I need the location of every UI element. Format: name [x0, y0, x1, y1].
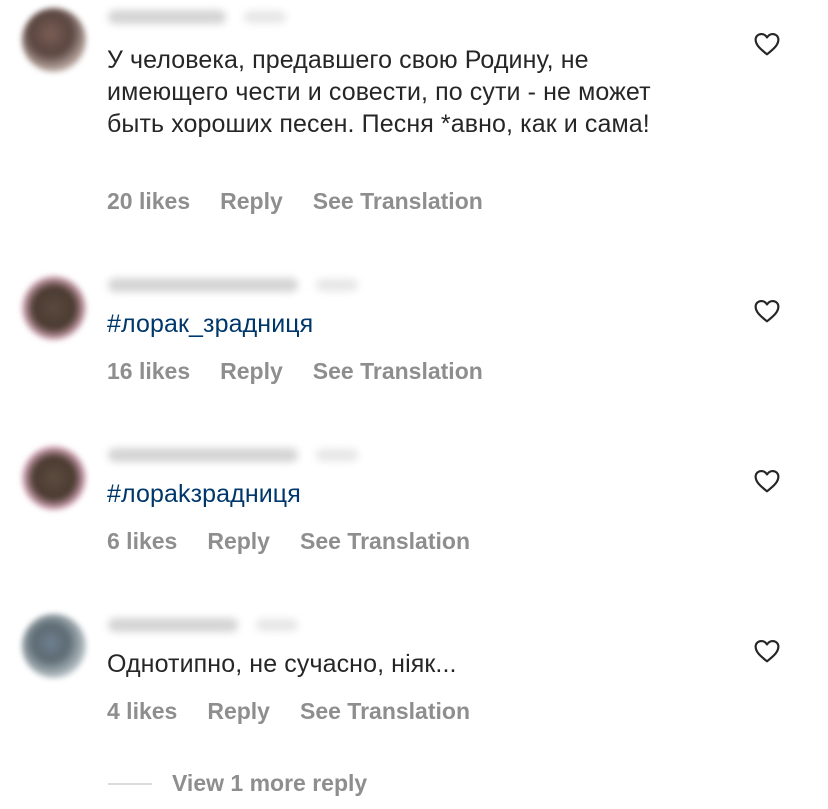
heart-icon[interactable] [754, 639, 780, 663]
likes-count[interactable]: 6 likes [107, 528, 177, 554]
view-more-replies-button[interactable]: View 1 more reply [108, 770, 367, 797]
username-blurred[interactable] [108, 10, 286, 24]
see-translation-link[interactable]: See Translation [300, 528, 470, 554]
username-blurred[interactable] [108, 448, 358, 462]
heart-icon[interactable] [754, 469, 780, 493]
see-translation-link[interactable]: See Translation [313, 358, 483, 384]
comment-actions: 6 likes Reply See Translation [107, 528, 500, 555]
reply-button[interactable]: Reply [220, 358, 283, 384]
hashtag-link[interactable]: #лорак_зрадниця [107, 308, 707, 340]
see-translation-link[interactable]: See Translation [300, 698, 470, 724]
heart-icon[interactable] [754, 32, 780, 56]
likes-count[interactable]: 4 likes [107, 698, 177, 724]
see-translation-link[interactable]: See Translation [313, 188, 483, 214]
comment-actions: 20 likes Reply See Translation [107, 188, 513, 215]
reply-button[interactable]: Reply [220, 188, 283, 214]
reply-button[interactable]: Reply [207, 698, 270, 724]
avatar[interactable] [22, 8, 86, 72]
comment-text: У человека, предавшего свою Родину, не и… [107, 46, 651, 138]
comment-item: У человека, предавшего свою Родину, не и… [0, 0, 828, 240]
avatar[interactable] [22, 276, 86, 340]
comment-text: Однотипно, не сучасно, ніяк... [107, 650, 457, 678]
hashtag-link[interactable]: #лораkзрадниця [107, 478, 707, 510]
avatar[interactable] [22, 614, 86, 678]
reply-button[interactable]: Reply [207, 528, 270, 554]
likes-count[interactable]: 20 likes [107, 188, 190, 214]
comment-actions: 16 likes Reply See Translation [107, 358, 513, 385]
heart-icon[interactable] [754, 299, 780, 323]
divider-line [108, 782, 152, 785]
view-more-replies-label[interactable]: View 1 more reply [172, 770, 367, 797]
username-blurred[interactable] [108, 618, 298, 632]
username-blurred[interactable] [108, 278, 358, 292]
comment-actions: 4 likes Reply See Translation [107, 698, 500, 725]
likes-count[interactable]: 16 likes [107, 358, 190, 384]
avatar[interactable] [22, 446, 86, 510]
